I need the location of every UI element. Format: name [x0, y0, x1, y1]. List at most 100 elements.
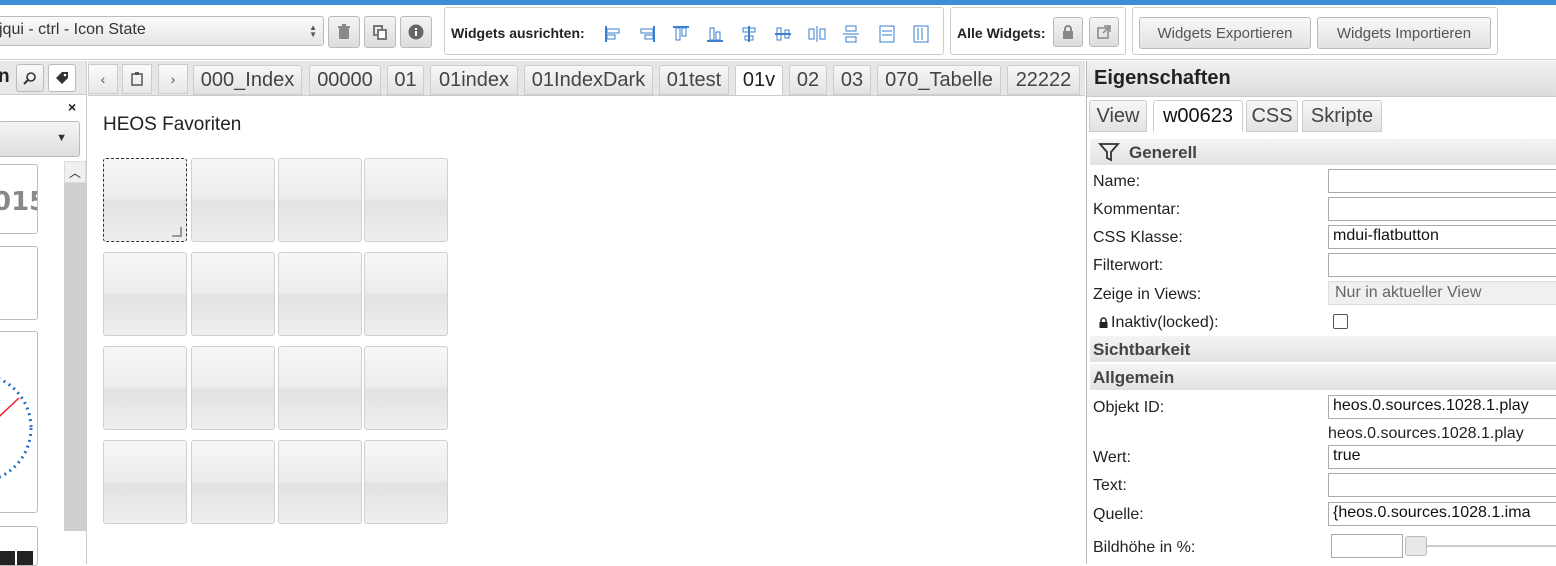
favorite-button[interactable]	[278, 440, 362, 524]
tab-02[interactable]: 02	[789, 65, 827, 95]
widget-info-button[interactable]	[400, 16, 432, 48]
objekt-id-hint: heos.0.sources.1028.1.play	[1328, 425, 1524, 442]
tabs-clipboard-button[interactable]	[122, 64, 152, 94]
chevron-right-icon: ›	[170, 71, 176, 87]
palette-header: n	[0, 61, 86, 95]
tab-label: 000_Index	[200, 68, 295, 91]
prop-tab-skripte[interactable]: Skripte	[1302, 100, 1382, 132]
palette-close-icon[interactable]: ×	[68, 99, 76, 115]
same-width-icon[interactable]	[877, 24, 897, 44]
scroll-up-icon[interactable]: ︿	[64, 161, 86, 183]
palette-thumb-digital[interactable]	[0, 526, 38, 566]
align-left-icon[interactable]	[603, 24, 623, 44]
tab-01v[interactable]: 01v	[735, 65, 783, 95]
favorite-button[interactable]	[364, 346, 448, 430]
name-field[interactable]	[1328, 169, 1556, 193]
align-vcenter-icon[interactable]	[739, 24, 759, 44]
tab-000-index[interactable]: 000_Index	[193, 65, 302, 95]
align-bottom-icon[interactable]	[705, 24, 725, 44]
tag-icon	[56, 72, 68, 84]
palette-scrollbar[interactable]	[64, 161, 86, 531]
bildhoehe-field[interactable]	[1331, 534, 1403, 558]
favorite-button[interactable]	[103, 440, 187, 524]
quelle-field[interactable]: {heos.0.sources.1028.1.ima	[1328, 502, 1556, 526]
clipboard-icon	[131, 72, 143, 86]
favorite-button[interactable]	[103, 346, 187, 430]
favorite-button[interactable]	[191, 252, 275, 336]
wert-field[interactable]: true	[1328, 445, 1556, 469]
delete-widget-button[interactable]	[328, 16, 360, 48]
css-class-field[interactable]: mdui-flatbutton	[1328, 225, 1556, 249]
filterwort-field[interactable]	[1328, 253, 1556, 277]
tab-01test[interactable]: 01test	[659, 65, 729, 95]
favorite-button[interactable]	[364, 252, 448, 336]
favorite-button[interactable]	[103, 252, 187, 336]
tab-03[interactable]: 03	[833, 65, 871, 95]
favorite-button[interactable]	[278, 158, 362, 242]
zeige-in-views-select[interactable]: Nur in aktueller View	[1328, 281, 1556, 305]
tab-01[interactable]: 01	[387, 65, 424, 95]
inaktiv-locked-checkbox[interactable]	[1333, 314, 1348, 329]
all-widgets-group: Alle Widgets:	[950, 7, 1126, 55]
import-widgets-button[interactable]: Widgets Importieren	[1317, 17, 1491, 49]
palette-search-button[interactable]	[16, 64, 44, 92]
distribute-horizontal-icon[interactable]	[807, 24, 827, 44]
prop-tab-view[interactable]: View	[1089, 100, 1147, 132]
bildhoehe-slider-track[interactable]	[1409, 545, 1556, 547]
favorite-button[interactable]	[364, 158, 448, 242]
favorite-button[interactable]	[278, 252, 362, 336]
tabs-next-button[interactable]: ›	[158, 64, 188, 94]
palette-header-text: n	[0, 66, 10, 87]
kommentar-label: Kommentar:	[1093, 201, 1181, 218]
distribute-vertical-icon[interactable]	[841, 24, 861, 44]
thumb-digits-text: 015	[0, 187, 37, 217]
tab-00000[interactable]: 00000	[309, 65, 381, 95]
bildhoehe-slider-handle[interactable]	[1405, 536, 1427, 556]
favorite-button[interactable]	[191, 440, 275, 524]
favorite-button[interactable]	[103, 158, 187, 242]
palette-tag-button[interactable]	[48, 64, 76, 92]
favorite-button[interactable]	[191, 346, 275, 430]
copy-widget-button[interactable]	[364, 16, 396, 48]
text-label: Text:	[1093, 477, 1127, 494]
section-generell[interactable]: Generell	[1090, 139, 1556, 165]
prop-tab-css[interactable]: CSS	[1246, 100, 1298, 132]
palette-thumb-clock-digits[interactable]: 015	[0, 164, 38, 234]
tab-070-tabelle[interactable]: 070_Tabelle	[877, 65, 1001, 95]
section-sichtbarkeit[interactable]: Sichtbarkeit	[1090, 336, 1556, 362]
favorite-button[interactable]	[364, 440, 448, 524]
favorite-button[interactable]	[278, 346, 362, 430]
palette-thumb-analog-clock[interactable]	[0, 331, 38, 513]
align-right-icon[interactable]	[637, 24, 657, 44]
tabs-prev-button[interactable]: ‹	[88, 64, 118, 94]
export-widgets-button[interactable]: Widgets Exportieren	[1139, 17, 1311, 49]
prop-tab-widget[interactable]: w00623	[1153, 100, 1243, 132]
tab-22222[interactable]: 22222	[1007, 65, 1080, 95]
section-generell-label: Generell	[1129, 143, 1198, 162]
kommentar-field[interactable]	[1328, 197, 1556, 221]
tab-label: 01test	[666, 68, 722, 91]
text-field[interactable]	[1328, 473, 1556, 497]
lock-all-button[interactable]	[1053, 17, 1083, 47]
align-hcenter-icon[interactable]	[773, 24, 793, 44]
chevron-down-icon: ▼	[56, 132, 67, 144]
objekt-id-field[interactable]: heos.0.sources.1028.1.play	[1328, 395, 1556, 419]
align-top-icon[interactable]	[671, 24, 691, 44]
tab-label: 02	[796, 68, 820, 91]
tab-01index[interactable]: 01index	[430, 65, 518, 95]
section-allgemein[interactable]: Allgemein	[1090, 364, 1556, 390]
tab-label: 01	[394, 68, 417, 91]
open-all-button[interactable]	[1089, 17, 1119, 47]
palette-thumb-blank[interactable]	[0, 246, 38, 320]
objekt-id-label: Objekt ID:	[1093, 399, 1165, 416]
info-icon	[408, 24, 424, 40]
same-height-icon[interactable]	[911, 24, 931, 44]
lock-icon	[1063, 25, 1073, 39]
view-canvas[interactable]: HEOS Favoriten	[88, 96, 1085, 564]
tab-01indexdark[interactable]: 01IndexDark	[524, 65, 653, 95]
favorite-button[interactable]	[191, 158, 275, 242]
filterwort-label: Filterwort:	[1093, 257, 1164, 274]
widget-select[interactable]: jqui - ctrl - Icon State ▲ ▼	[0, 16, 324, 46]
align-widgets-group: Widgets ausrichten:	[444, 7, 944, 55]
palette-set-select[interactable]: ▼	[0, 121, 80, 157]
